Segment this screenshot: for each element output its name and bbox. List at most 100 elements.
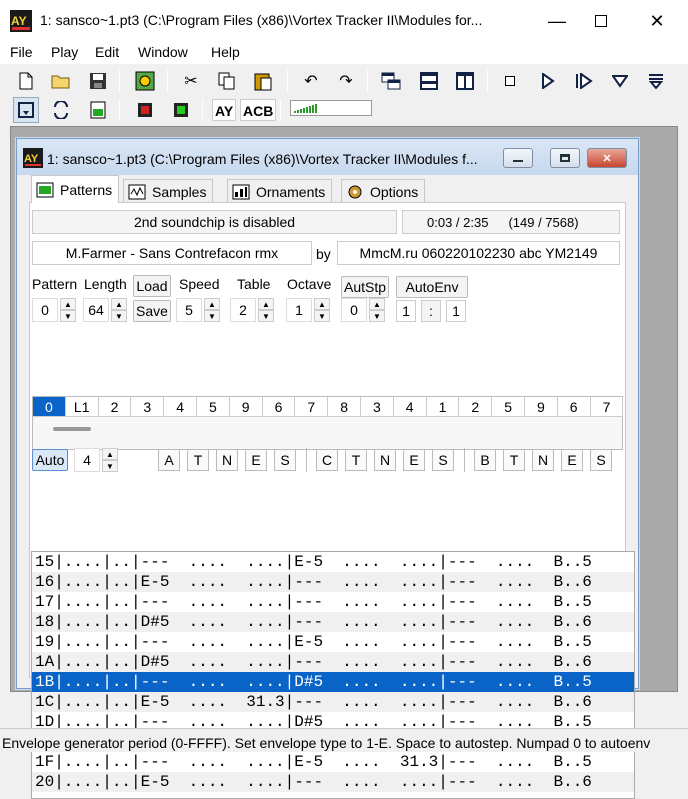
menu-file[interactable]: File	[10, 44, 33, 60]
export-wav-button[interactable]	[85, 97, 111, 123]
spin-up-icon[interactable]: ▲	[60, 298, 76, 310]
autoenv-value-1[interactable]: 1	[396, 300, 416, 322]
save-pattern-button[interactable]: Save	[133, 300, 171, 322]
spin-down-icon[interactable]: ▼	[204, 310, 220, 322]
tab-options[interactable]: Options	[341, 179, 426, 203]
child-minimize-button[interactable]	[503, 148, 533, 168]
loop-toggle-button[interactable]	[13, 97, 39, 123]
pattern-value[interactable]: 0	[32, 298, 58, 322]
spin-up-icon[interactable]: ▲	[204, 298, 220, 310]
spin-down-icon[interactable]: ▼	[314, 310, 330, 322]
table-value[interactable]: 2	[230, 298, 256, 322]
auto-value[interactable]: 4	[74, 448, 100, 472]
pattern-row[interactable]: 19|....|..|--- .... ....|E-5 .... ....|-…	[32, 632, 634, 652]
loop-all-button[interactable]	[48, 97, 74, 123]
position-cell[interactable]: 6	[557, 397, 591, 417]
chan-a-toggle[interactable]: A	[158, 449, 180, 471]
chan-a-toggle[interactable]: T	[187, 449, 209, 471]
chan-b-toggle[interactable]: E	[561, 449, 583, 471]
maximize-button[interactable]	[578, 6, 624, 36]
spin-up-icon[interactable]: ▲	[111, 298, 127, 310]
play-button[interactable]	[535, 68, 561, 94]
cascade-windows-button[interactable]	[378, 68, 404, 94]
spin-down-icon[interactable]: ▼	[369, 310, 385, 322]
chan-c-toggle[interactable]: E	[403, 449, 425, 471]
position-cell[interactable]: 7	[590, 397, 624, 417]
play-pattern-button[interactable]	[571, 68, 597, 94]
menu-help[interactable]: Help	[211, 44, 240, 60]
octave-value[interactable]: 1	[286, 298, 312, 322]
tab-samples[interactable]: Samples	[123, 179, 214, 203]
pattern-row[interactable]: 18|....|..|D#5 .... ....|--- .... ....|-…	[32, 612, 634, 632]
new-file-button[interactable]	[13, 68, 39, 94]
acb-mode-button[interactable]: ACB	[240, 99, 277, 121]
spin-up-icon[interactable]: ▲	[314, 298, 330, 310]
paste-button[interactable]	[250, 68, 276, 94]
position-cell[interactable]: 9	[525, 397, 558, 417]
chan-b-toggle[interactable]: T	[503, 449, 525, 471]
chan-a-toggle[interactable]: S	[274, 449, 296, 471]
load-pattern-button[interactable]: Load	[133, 275, 171, 297]
song-author-field[interactable]: MmcM.ru 060220102230 abc YM2149	[337, 241, 620, 265]
pattern-row[interactable]: 15|....|..|--- .... ....|E-5 .... ....|-…	[32, 552, 634, 572]
position-cell[interactable]: 4	[164, 397, 197, 417]
menu-play[interactable]: Play	[51, 44, 78, 60]
chan-c-toggle[interactable]: N	[374, 449, 396, 471]
autostep-value[interactable]: 0	[341, 298, 367, 322]
child-close-button[interactable]: ✕	[587, 148, 627, 168]
tile-vertical-button[interactable]	[452, 68, 478, 94]
position-cell[interactable]: 1	[426, 397, 460, 417]
save-file-button[interactable]	[85, 68, 111, 94]
position-cell[interactable]: 6	[262, 397, 296, 417]
menu-edit[interactable]: Edit	[95, 44, 119, 60]
chan-b-toggle[interactable]: N	[532, 449, 554, 471]
song-title-field[interactable]: M.Farmer - Sans Contrefacon rmx	[32, 241, 312, 265]
position-cell[interactable]: 0	[33, 397, 66, 417]
play-line-button[interactable]	[643, 68, 669, 94]
chan-b-toggle[interactable]: B	[474, 449, 496, 471]
position-cell[interactable]: L1	[65, 397, 99, 417]
pattern-row[interactable]: 20|....|..|E-5 .... ....|--- .... ....|-…	[32, 772, 634, 792]
pattern-row[interactable]: 16|....|..|E-5 .... ....|--- .... ....|-…	[32, 572, 634, 592]
auto-button[interactable]: Auto	[32, 449, 68, 471]
position-cell[interactable]: 2	[459, 397, 493, 417]
position-cell[interactable]: 4	[393, 397, 427, 417]
play-from-line-button[interactable]	[607, 68, 633, 94]
ay-mode-button[interactable]: AY	[212, 99, 237, 121]
child-restore-button[interactable]	[550, 148, 580, 168]
autoenv-button[interactable]: AutoEnv	[396, 276, 468, 298]
position-cell[interactable]: 5	[197, 397, 230, 417]
position-cell[interactable]: 8	[328, 397, 361, 417]
position-cell[interactable]: 5	[492, 397, 525, 417]
position-list[interactable]: 0 L1 2 3 4 5 9 6 7 8 3 4 1 2 5 9 6 7	[32, 396, 624, 450]
stop-button[interactable]	[497, 68, 523, 94]
autostep-button[interactable]: AutStp	[341, 276, 389, 298]
menu-window[interactable]: Window	[138, 44, 188, 60]
chan-a-toggle[interactable]: N	[216, 449, 238, 471]
pattern-row[interactable]: 1C|....|..|E-5 .... 31.3|--- .... ....|-…	[32, 692, 634, 712]
spin-down-icon[interactable]: ▼	[102, 460, 118, 472]
tab-patterns[interactable]: Patterns	[31, 175, 120, 203]
position-cell[interactable]: 3	[131, 397, 165, 417]
spin-up-icon[interactable]: ▲	[369, 298, 385, 310]
chan-c-toggle[interactable]: S	[432, 449, 454, 471]
spin-down-icon[interactable]: ▼	[60, 310, 76, 322]
pattern-row[interactable]: 17|....|..|--- .... ....|--- .... ....|-…	[32, 592, 634, 612]
tile-horizontal-button[interactable]	[416, 68, 442, 94]
tracks-manager-button[interactable]	[132, 68, 158, 94]
spin-up-icon[interactable]: ▲	[258, 298, 274, 310]
redo-button[interactable]: ↷	[333, 68, 359, 94]
pattern-row[interactable]: 1B|....|..|--- .... ....|D#5 .... ....|-…	[32, 672, 634, 692]
position-cell[interactable]: 9	[229, 397, 263, 417]
open-file-button[interactable]	[48, 68, 74, 94]
close-button[interactable]: ✕	[634, 6, 680, 36]
minimize-button[interactable]: —	[534, 6, 580, 36]
pattern-row[interactable]: 1F|....|..|--- .... ....|E-5 .... 31.3|-…	[32, 752, 634, 772]
position-cell[interactable]: 7	[295, 397, 329, 417]
toggle-ornaments-button[interactable]	[168, 97, 194, 123]
position-list-scrollbar[interactable]	[53, 427, 91, 431]
position-cell[interactable]: 3	[361, 397, 394, 417]
pattern-row[interactable]: 1A|....|..|D#5 .... ....|--- .... ....|-…	[32, 652, 634, 672]
length-value[interactable]: 64	[83, 298, 109, 322]
position-cell[interactable]: 2	[98, 397, 132, 417]
